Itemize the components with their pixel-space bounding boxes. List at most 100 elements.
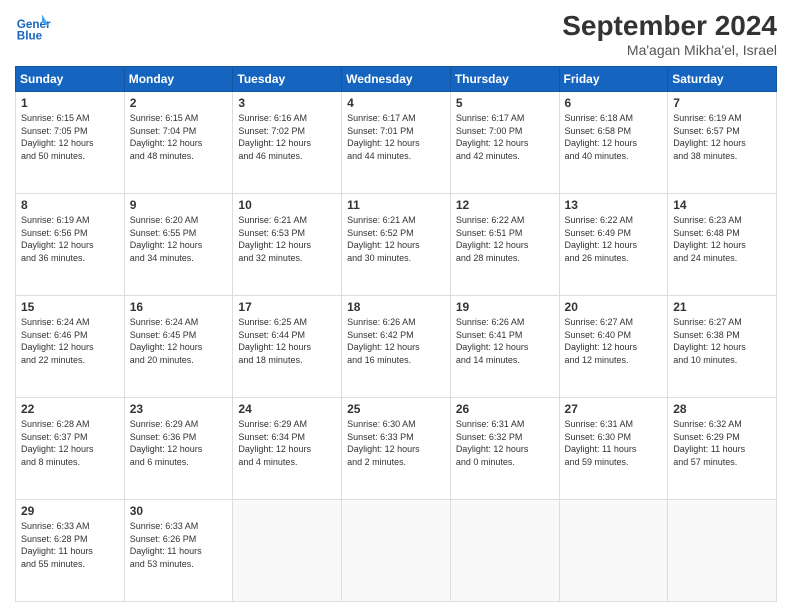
day-info: Sunrise: 6:17 AM Sunset: 7:01 PM Dayligh… — [347, 112, 445, 162]
calendar-cell: 29 Sunrise: 6:33 AM Sunset: 6:28 PM Dayli… — [16, 500, 125, 602]
day-number: 14 — [673, 198, 771, 212]
col-saturday: Saturday — [668, 67, 777, 92]
day-number: 29 — [21, 504, 119, 518]
calendar-cell: 23Sunrise: 6:29 AM Sunset: 6:36 PM Dayli… — [124, 398, 233, 500]
day-info: Sunrise: 6:19 AM Sunset: 6:56 PM Dayligh… — [21, 214, 119, 264]
day-number: 22 — [21, 402, 119, 416]
day-number: 2 — [130, 96, 228, 110]
week-row-5: 29 Sunrise: 6:33 AM Sunset: 6:28 PM Dayli… — [16, 500, 777, 602]
calendar-cell — [559, 500, 668, 602]
day-info: Sunrise: 6:25 AM Sunset: 6:44 PM Dayligh… — [238, 316, 336, 366]
calendar-cell: 2 Sunrise: 6:15 AM Sunset: 7:04 PM Daylig… — [124, 92, 233, 194]
day-number: 8 — [21, 198, 119, 212]
week-row-2: 8 Sunrise: 6:19 AM Sunset: 6:56 PM Daylig… — [16, 194, 777, 296]
calendar-cell — [342, 500, 451, 602]
day-info: Sunrise: 6:33 AM Sunset: 6:28 PM Dayligh… — [21, 520, 119, 570]
calendar-cell — [668, 500, 777, 602]
calendar-cell: 5Sunrise: 6:17 AM Sunset: 7:00 PM Daylig… — [450, 92, 559, 194]
week-row-3: 15 Sunrise: 6:24 AM Sunset: 6:46 PM Dayli… — [16, 296, 777, 398]
calendar-cell: 13 Sunrise: 6:22 AM Sunset: 6:49 PM Dayli… — [559, 194, 668, 296]
day-number: 19 — [456, 300, 554, 314]
day-info: Sunrise: 6:24 AM Sunset: 6:45 PM Dayligh… — [130, 316, 228, 366]
logo-icon: General Blue — [15, 10, 51, 46]
col-wednesday: Wednesday — [342, 67, 451, 92]
day-info: Sunrise: 6:30 AM Sunset: 6:33 PM Dayligh… — [347, 418, 445, 468]
day-info: Sunrise: 6:26 AM Sunset: 6:42 PM Dayligh… — [347, 316, 445, 366]
day-number: 15 — [21, 300, 119, 314]
day-info: Sunrise: 6:31 AM Sunset: 6:32 PM Dayligh… — [456, 418, 554, 468]
calendar-cell: 24 Sunrise: 6:29 AM Sunset: 6:34 PM Dayli… — [233, 398, 342, 500]
day-info: Sunrise: 6:33 AM Sunset: 6:26 PM Dayligh… — [130, 520, 228, 570]
day-info: Sunrise: 6:15 AM Sunset: 7:04 PM Dayligh… — [130, 112, 228, 162]
day-info: Sunrise: 6:28 AM Sunset: 6:37 PM Dayligh… — [21, 418, 119, 468]
day-number: 17 — [238, 300, 336, 314]
calendar-cell: 9Sunrise: 6:20 AM Sunset: 6:55 PM Daylig… — [124, 194, 233, 296]
day-number: 1 — [21, 96, 119, 110]
calendar-cell: 21 Sunrise: 6:27 AM Sunset: 6:38 PM Dayli… — [668, 296, 777, 398]
day-info: Sunrise: 6:18 AM Sunset: 6:58 PM Dayligh… — [565, 112, 663, 162]
day-info: Sunrise: 6:27 AM Sunset: 6:38 PM Dayligh… — [673, 316, 771, 366]
day-info: Sunrise: 6:22 AM Sunset: 6:49 PM Dayligh… — [565, 214, 663, 264]
calendar-cell: 7Sunrise: 6:19 AM Sunset: 6:57 PM Daylig… — [668, 92, 777, 194]
col-monday: Monday — [124, 67, 233, 92]
day-info: Sunrise: 6:29 AM Sunset: 6:36 PM Dayligh… — [130, 418, 228, 468]
day-info: Sunrise: 6:22 AM Sunset: 6:51 PM Dayligh… — [456, 214, 554, 264]
calendar-cell: 17 Sunrise: 6:25 AM Sunset: 6:44 PM Dayli… — [233, 296, 342, 398]
day-info: Sunrise: 6:31 AM Sunset: 6:30 PM Dayligh… — [565, 418, 663, 468]
day-info: Sunrise: 6:15 AM Sunset: 7:05 PM Dayligh… — [21, 112, 119, 162]
calendar-cell: 16 Sunrise: 6:24 AM Sunset: 6:45 PM Dayli… — [124, 296, 233, 398]
calendar-cell: 1 Sunrise: 6:15 AM Sunset: 7:05 PM Daylig… — [16, 92, 125, 194]
header: General Blue September 2024 Ma'agan Mikh… — [15, 10, 777, 58]
day-number: 12 — [456, 198, 554, 212]
day-info: Sunrise: 6:26 AM Sunset: 6:41 PM Dayligh… — [456, 316, 554, 366]
day-number: 28 — [673, 402, 771, 416]
svg-text:Blue: Blue — [17, 30, 43, 43]
calendar-cell: 11 Sunrise: 6:21 AM Sunset: 6:52 PM Dayli… — [342, 194, 451, 296]
calendar-cell: 14 Sunrise: 6:23 AM Sunset: 6:48 PM Dayli… — [668, 194, 777, 296]
calendar-cell: 15 Sunrise: 6:24 AM Sunset: 6:46 PM Dayli… — [16, 296, 125, 398]
day-info: Sunrise: 6:16 AM Sunset: 7:02 PM Dayligh… — [238, 112, 336, 162]
day-number: 10 — [238, 198, 336, 212]
day-number: 4 — [347, 96, 445, 110]
day-number: 20 — [565, 300, 663, 314]
day-number: 9 — [130, 198, 228, 212]
day-number: 21 — [673, 300, 771, 314]
calendar-cell: 22 Sunrise: 6:28 AM Sunset: 6:37 PM Dayli… — [16, 398, 125, 500]
calendar-cell: 4 Sunrise: 6:17 AM Sunset: 7:01 PM Daylig… — [342, 92, 451, 194]
day-number: 16 — [130, 300, 228, 314]
calendar-cell: 12 Sunrise: 6:22 AM Sunset: 6:51 PM Dayli… — [450, 194, 559, 296]
title-area: September 2024 Ma'agan Mikha'el, Israel — [562, 10, 777, 58]
calendar-cell: 8 Sunrise: 6:19 AM Sunset: 6:56 PM Daylig… — [16, 194, 125, 296]
day-number: 13 — [565, 198, 663, 212]
calendar-cell: 19 Sunrise: 6:26 AM Sunset: 6:41 PM Dayli… — [450, 296, 559, 398]
calendar-cell: 30Sunrise: 6:33 AM Sunset: 6:26 PM Dayli… — [124, 500, 233, 602]
week-row-4: 22 Sunrise: 6:28 AM Sunset: 6:37 PM Dayli… — [16, 398, 777, 500]
col-sunday: Sunday — [16, 67, 125, 92]
day-info: Sunrise: 6:23 AM Sunset: 6:48 PM Dayligh… — [673, 214, 771, 264]
calendar-cell: 25 Sunrise: 6:30 AM Sunset: 6:33 PM Dayli… — [342, 398, 451, 500]
day-number: 6 — [565, 96, 663, 110]
calendar-cell: 27 Sunrise: 6:31 AM Sunset: 6:30 PM Dayli… — [559, 398, 668, 500]
day-number: 27 — [565, 402, 663, 416]
day-number: 5 — [456, 96, 554, 110]
day-info: Sunrise: 6:24 AM Sunset: 6:46 PM Dayligh… — [21, 316, 119, 366]
calendar-cell: 26Sunrise: 6:31 AM Sunset: 6:32 PM Dayli… — [450, 398, 559, 500]
calendar-cell — [233, 500, 342, 602]
calendar-table: Sunday Monday Tuesday Wednesday Thursday… — [15, 66, 777, 602]
day-info: Sunrise: 6:29 AM Sunset: 6:34 PM Dayligh… — [238, 418, 336, 468]
header-row: Sunday Monday Tuesday Wednesday Thursday… — [16, 67, 777, 92]
calendar-cell: 28 Sunrise: 6:32 AM Sunset: 6:29 PM Dayli… — [668, 398, 777, 500]
day-number: 3 — [238, 96, 336, 110]
col-tuesday: Tuesday — [233, 67, 342, 92]
day-number: 18 — [347, 300, 445, 314]
day-info: Sunrise: 6:27 AM Sunset: 6:40 PM Dayligh… — [565, 316, 663, 366]
calendar-cell: 10Sunrise: 6:21 AM Sunset: 6:53 PM Dayli… — [233, 194, 342, 296]
day-info: Sunrise: 6:32 AM Sunset: 6:29 PM Dayligh… — [673, 418, 771, 468]
day-info: Sunrise: 6:21 AM Sunset: 6:52 PM Dayligh… — [347, 214, 445, 264]
month-title: September 2024 — [562, 10, 777, 42]
col-thursday: Thursday — [450, 67, 559, 92]
location-title: Ma'agan Mikha'el, Israel — [562, 42, 777, 58]
day-number: 11 — [347, 198, 445, 212]
day-number: 24 — [238, 402, 336, 416]
day-number: 25 — [347, 402, 445, 416]
